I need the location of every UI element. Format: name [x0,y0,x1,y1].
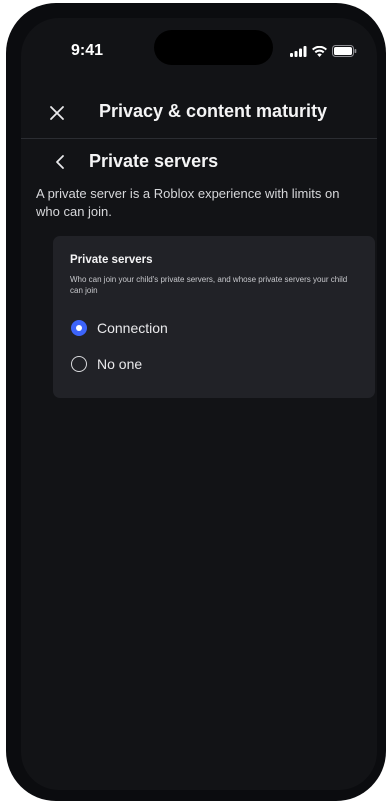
status-icons [290,45,357,57]
card-title: Private servers [70,254,153,266]
radio-unselected-icon[interactable] [71,356,87,372]
screen: 9:41 Privacy & content maturity Private … [21,18,377,790]
wifi-icon [312,45,327,57]
page-title: Privacy & content maturity [99,101,328,121]
section-description: A private server is a Roblox experience … [36,186,340,219]
card-description: Who can join your child's private server… [70,275,348,295]
chevron-left-icon[interactable] [52,151,68,173]
radio-selected-icon[interactable] [71,320,87,336]
cellular-signal-icon [290,45,307,57]
status-time: 9:41 [71,42,104,59]
close-icon[interactable] [46,102,68,124]
private-servers-card: Private servers Who can join your child'… [53,236,375,398]
phone-frame: 9:41 Privacy & content maturity Private … [6,3,386,801]
top-bar: Privacy & content maturity [21,86,377,139]
option-connection[interactable]: Connection [71,318,168,338]
option-label: Connection [97,320,168,336]
option-no-one[interactable]: No one [71,354,142,374]
battery-icon [332,45,357,57]
dynamic-island [154,30,273,65]
option-label: No one [97,356,143,372]
section-title: Private servers [89,151,219,171]
